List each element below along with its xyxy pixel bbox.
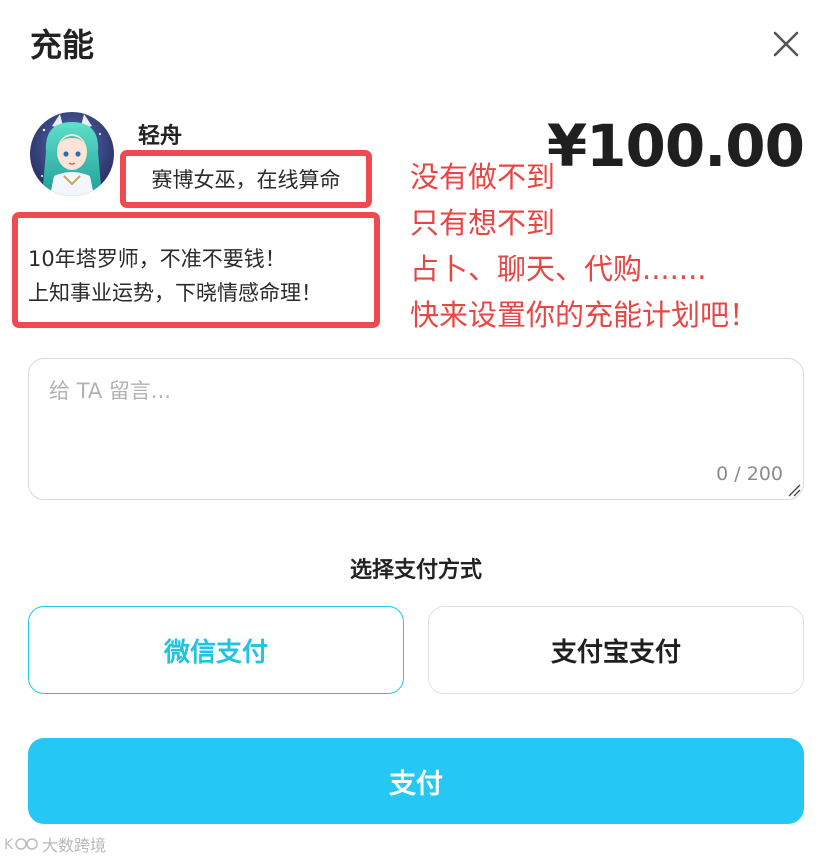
dialog-title: 充能 [30,26,95,64]
profile-tagline: 赛博女巫，在线算命 [151,168,341,192]
pay-submit-label: 支付 [389,768,443,800]
svg-text:K: K [4,837,14,853]
wechat-pay-label: 微信支付 [163,637,268,668]
message-box: 0 / 200 [28,358,804,500]
close-button[interactable] [768,26,804,62]
payment-method-title: 选择支付方式 [349,558,482,583]
slogan-line-3: 占卜、聊天、代购....... [410,252,707,286]
bio-box: 10年塔罗师，不准不要钱！ 上知事业运势，下晓情感命理！ [12,212,380,328]
tagline-box: 赛博女巫，在线算命 [120,150,372,208]
close-icon [773,31,799,57]
slogan-line-1: 没有做不到 [410,160,556,194]
pay-submit-button[interactable]: 支付 [28,738,804,824]
avatar [30,112,114,196]
watermark-logo-icon: K [4,837,38,853]
anime-witch-avatar-icon [30,112,114,196]
char-counter: 0 / 200 [716,463,783,485]
promo-slogan: 没有做不到 只有想不到 占卜、聊天、代购....... 快来设置你的充能计划吧！ [410,154,758,338]
alipay-button[interactable]: 支付宝支付 [428,606,804,694]
wechat-pay-button[interactable]: 微信支付 [28,606,404,694]
slogan-line-4: 快来设置你的充能计划吧！ [410,298,759,332]
slogan-line-2: 只有想不到 [410,206,556,240]
bio-line-2: 上知事业运势，下晓情感命理！ [28,281,322,305]
bio-line-1: 10年塔罗师，不准不要钱！ [28,247,286,271]
profile-name: 轻舟 [138,124,183,149]
resize-handle-icon[interactable] [787,483,801,497]
alipay-label: 支付宝支付 [550,637,681,668]
watermark-text: 大数跨境 [42,836,107,855]
message-input[interactable] [29,359,803,499]
watermark: K 大数跨境 [4,832,106,856]
